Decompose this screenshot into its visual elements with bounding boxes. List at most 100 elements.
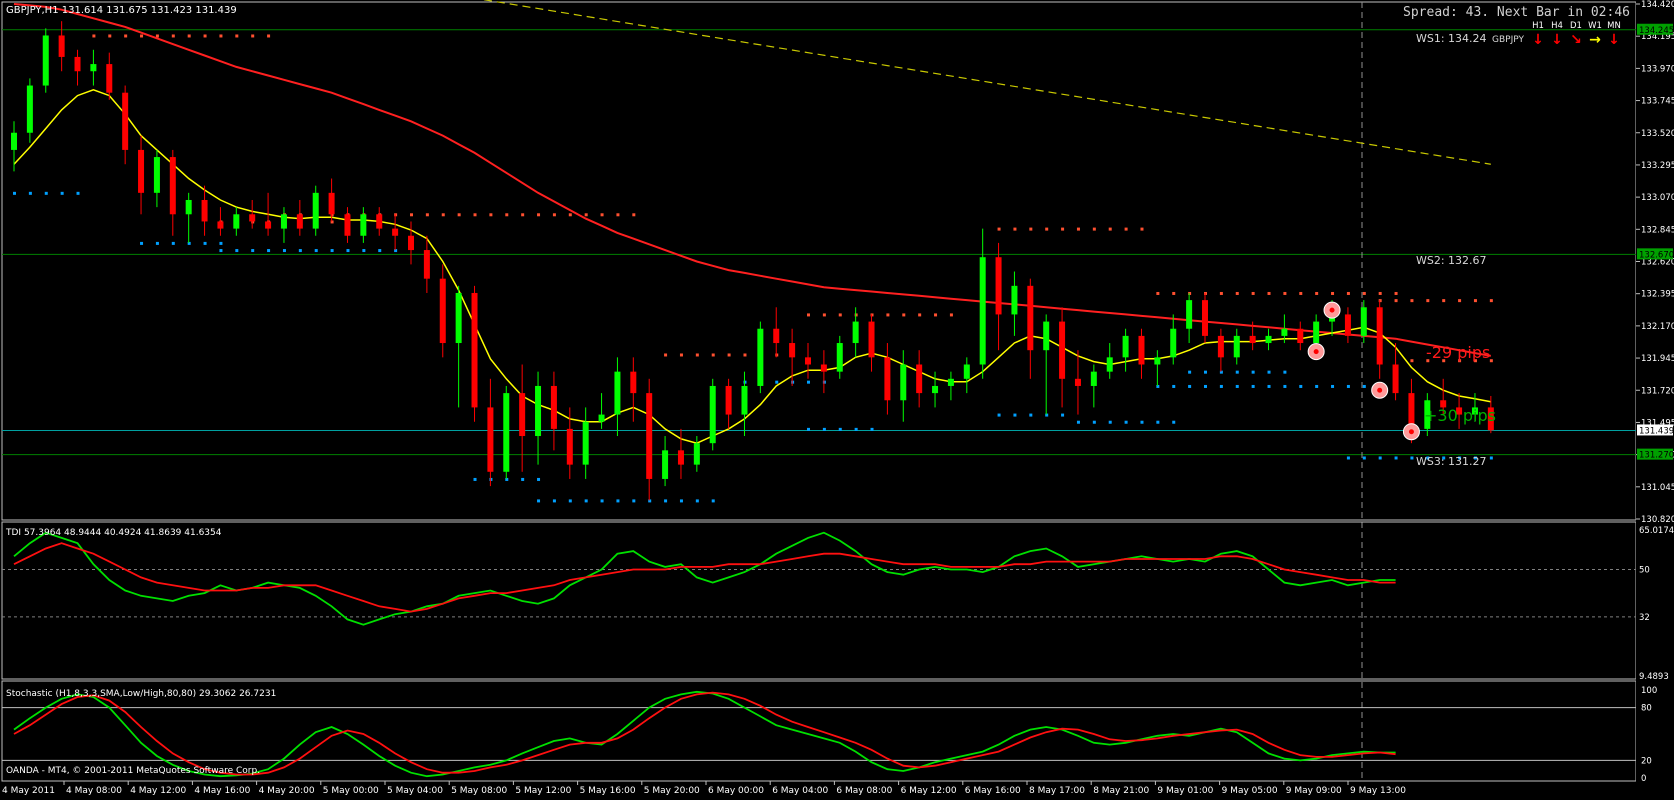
candle-body xyxy=(709,385,716,444)
support-dot xyxy=(314,249,318,253)
resistance-dot xyxy=(457,213,461,217)
time-label: 5 May 04:00 xyxy=(387,786,443,796)
resistance-dot xyxy=(997,227,1001,231)
support-dot xyxy=(1267,384,1271,388)
price-tick-label: 131.045 xyxy=(1641,483,1674,493)
price-tick-label: 131.945 xyxy=(1641,354,1674,364)
support-dot xyxy=(1394,456,1398,460)
resistance-dot xyxy=(505,213,509,217)
time-label: 4 May 08:00 xyxy=(66,786,122,796)
candle-body xyxy=(360,214,367,236)
support-dot xyxy=(1156,420,1160,424)
resistance-dot xyxy=(1235,291,1239,295)
price-tick-label: 133.295 xyxy=(1641,161,1674,171)
support-dot xyxy=(1204,384,1207,388)
resistance-dot xyxy=(600,213,604,217)
candle-body xyxy=(1074,378,1081,386)
support-dot xyxy=(632,499,636,503)
support-dot xyxy=(1489,456,1493,460)
price-tick-label: 133.520 xyxy=(1641,129,1674,139)
resistance-dot xyxy=(664,353,668,357)
resistance-dot xyxy=(1331,291,1335,295)
candle-body xyxy=(789,343,796,358)
resistance-dot xyxy=(92,34,96,38)
candle-body xyxy=(280,214,287,229)
support-dot xyxy=(521,477,525,481)
timeframe-arrows: H1↓H4↓D1↘W1→MN↓ xyxy=(1532,21,1621,48)
candle-body xyxy=(328,192,335,215)
support-dot xyxy=(854,427,858,431)
chart-canvas[interactable]: 134.420134.195133.970133.745133.520133.2… xyxy=(0,0,1674,796)
trend-line xyxy=(483,0,1491,165)
support-dot xyxy=(1108,420,1112,424)
candle-body xyxy=(169,157,176,215)
support-dot xyxy=(76,191,80,195)
candle-body xyxy=(1059,321,1066,379)
resistance-dot xyxy=(1346,291,1350,295)
support-dot xyxy=(807,380,810,384)
time-label: 9 May 05:00 xyxy=(1222,786,1278,796)
time-label: 9 May 01:00 xyxy=(1157,786,1213,796)
price-tick-label: 132.170 xyxy=(1641,322,1674,332)
chart-window[interactable]: 134.420 134.195 133.970 133.745 133.520 133.2… xyxy=(0,0,1674,796)
candle-body xyxy=(535,385,542,437)
support-dot xyxy=(219,241,223,245)
candle-body xyxy=(503,393,510,472)
support-dot xyxy=(235,249,239,253)
support-dot xyxy=(1092,420,1096,424)
resistance-dot xyxy=(1410,359,1414,363)
time-label: 4 May 20:00 xyxy=(259,786,315,796)
slow-ma-line xyxy=(13,3,1491,357)
candle-body xyxy=(487,407,494,472)
pips-gain-label: +30 pips xyxy=(1424,406,1496,425)
resistance-dot xyxy=(251,34,255,38)
time-label: 6 May 04:00 xyxy=(772,786,828,796)
resistance-dot xyxy=(1394,291,1398,295)
resistance-dot xyxy=(584,213,588,217)
spread-timer: Spread: 43. Next Bar in 02:46 xyxy=(1403,5,1630,20)
signal-marker-core xyxy=(1313,349,1319,355)
candle-body xyxy=(1265,335,1272,344)
candle-body xyxy=(471,292,478,408)
support-dot xyxy=(997,413,1001,417)
candle-body xyxy=(1233,335,1240,358)
resistance-dot xyxy=(838,313,842,317)
tdi-panel[interactable] xyxy=(1,521,1637,680)
tf-arrow-icon-h4: ↓ xyxy=(1551,32,1563,48)
resistance-dot xyxy=(1029,227,1033,231)
tdi-axis-label: 32 xyxy=(1639,613,1650,623)
price-panel[interactable] xyxy=(1,0,1637,781)
candle-body xyxy=(677,450,684,465)
support-dot xyxy=(822,427,826,431)
time-label: 6 May 00:00 xyxy=(708,786,764,796)
support-dot xyxy=(203,241,207,245)
candle-body xyxy=(884,357,891,401)
stoch-axis-label: 80 xyxy=(1641,704,1652,714)
tdi-axis-label: 50 xyxy=(1639,565,1650,575)
resistance-dot xyxy=(1489,299,1493,303)
resistance-dot xyxy=(171,34,175,38)
resistance-dot xyxy=(1251,291,1255,295)
candle-body xyxy=(58,35,65,57)
tf-arrow-icon-mn: ↓ xyxy=(1608,32,1620,48)
price-tick-label: 130.820 xyxy=(1641,515,1674,525)
support-dot xyxy=(1362,384,1366,388)
candle-body xyxy=(122,92,129,150)
candle-body xyxy=(408,235,414,251)
candle-body xyxy=(1170,328,1177,358)
resistance-dot xyxy=(1013,227,1017,231)
candle-body xyxy=(1186,300,1193,329)
time-label: 6 May 16:00 xyxy=(965,786,1021,796)
candle-body xyxy=(646,393,653,479)
resistance-dot xyxy=(822,313,826,317)
price-axis[interactable]: 134.420134.195133.970133.745133.520133.2… xyxy=(1636,0,1674,796)
candle-body xyxy=(900,364,907,401)
price-tag-label: 132.670 xyxy=(1639,250,1674,260)
support-dot xyxy=(44,191,48,195)
price-tick-label: 133.970 xyxy=(1641,64,1674,74)
tdi-red-line xyxy=(13,542,1396,613)
tf-arrow-icon-h1: ↓ xyxy=(1532,32,1544,48)
resistance-dot xyxy=(1362,291,1366,295)
support-dot xyxy=(1204,370,1207,374)
support-dot xyxy=(552,499,556,503)
